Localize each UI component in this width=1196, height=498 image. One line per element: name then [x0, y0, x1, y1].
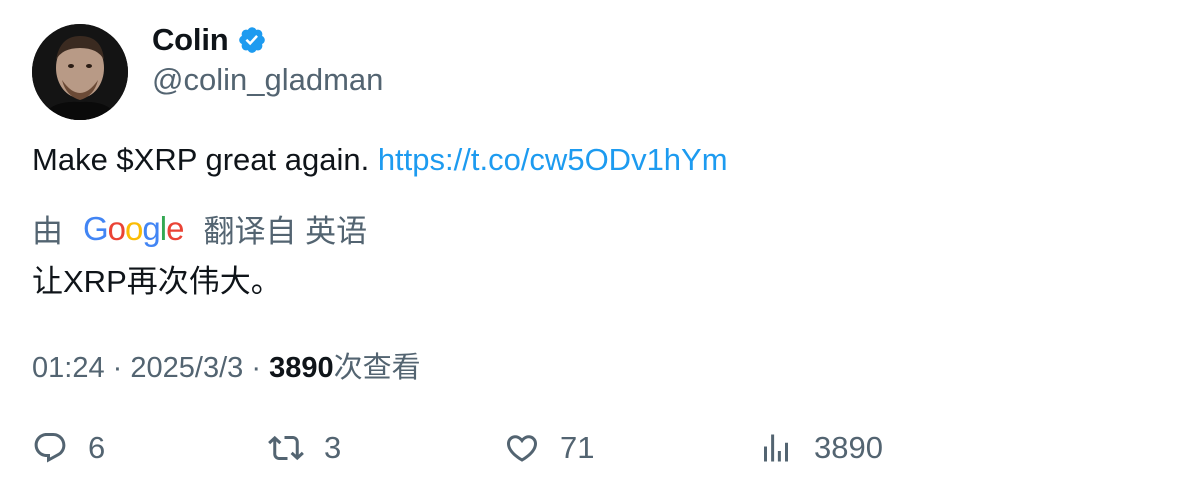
tweet-meta: 01:24 · 2025/3/3 · 3890次查看	[32, 344, 421, 386]
tweet-link[interactable]: https://t.co/cw5ODv1hYm	[378, 142, 728, 177]
views-count: 3890	[814, 430, 883, 465]
avatar-image	[32, 24, 128, 120]
meta-separator: ·	[251, 352, 261, 384]
meta-separator: ·	[112, 352, 123, 384]
reply-count: 6	[88, 430, 106, 465]
translated-text: 让XRP再次伟大。	[32, 264, 282, 299]
verified-badge-icon[interactable]	[237, 25, 267, 55]
bar-chart-icon	[764, 434, 788, 462]
retweet-button[interactable]: 3	[268, 430, 341, 466]
view-label: 次查看	[333, 352, 421, 384]
translation-source[interactable]: 翻译自 英语	[203, 206, 367, 251]
reply-icon	[34, 433, 66, 463]
tweet-body: Make $XRP great again.	[32, 142, 370, 177]
translation-prefix: 由	[32, 214, 63, 249]
retweet-count: 3	[324, 430, 342, 465]
tweet-text: Make $XRP great again. https://t.co/cw5O…	[32, 142, 728, 178]
display-name[interactable]: Colin	[152, 22, 229, 58]
like-count: 71	[560, 430, 595, 465]
like-button[interactable]: 71	[504, 430, 594, 466]
reply-button[interactable]: 6	[32, 430, 105, 466]
user-handle[interactable]: @colin_gladman	[152, 62, 383, 98]
view-count: 3890	[269, 352, 334, 384]
heart-icon	[506, 435, 538, 462]
translation-attribution: 由 Google 翻译自 英语	[32, 206, 367, 251]
avatar[interactable]	[32, 24, 128, 120]
name-row: Colin	[152, 22, 267, 58]
views-button[interactable]: 3890	[758, 430, 883, 466]
tweet-time[interactable]: 01:24	[32, 352, 105, 384]
retweet-icon	[268, 435, 304, 461]
google-logo: Google	[83, 209, 184, 247]
tweet-date[interactable]: 2025/3/3	[130, 352, 243, 384]
